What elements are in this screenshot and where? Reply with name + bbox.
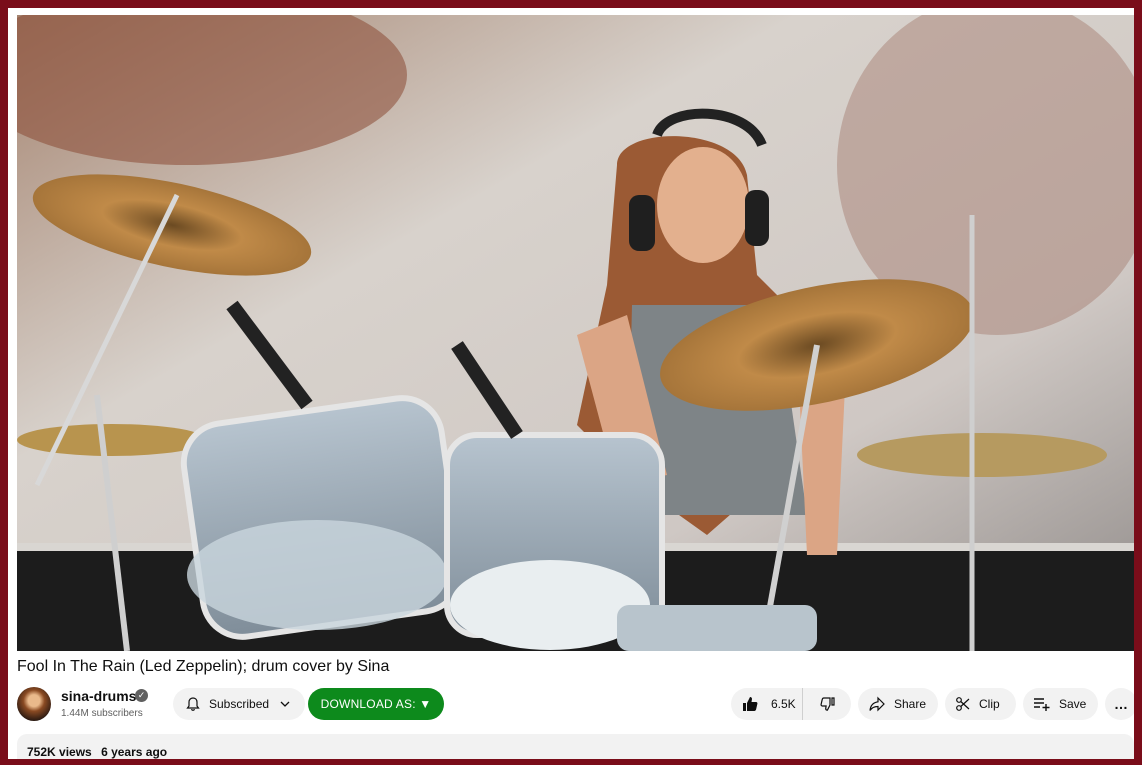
like-button[interactable]: 6.5K (731, 688, 803, 720)
scissors-icon (955, 696, 971, 712)
share-arrow-icon (868, 696, 886, 712)
save-label: Save (1059, 697, 1087, 711)
share-label: Share (894, 697, 927, 711)
save-button[interactable]: Save (1023, 688, 1098, 720)
description-box[interactable]: 752K views 6 years ago (17, 734, 1134, 759)
subscribed-button[interactable]: Subscribed (173, 688, 305, 720)
thumbs-down-icon (819, 696, 835, 712)
like-dislike-group: 6.5K (731, 688, 851, 720)
subscribed-label: Subscribed (209, 697, 270, 711)
clip-label: Clip (979, 697, 1000, 711)
playlist-add-icon (1033, 696, 1051, 712)
video-title: Fool In The Rain (Led Zeppelin); drum co… (17, 658, 390, 675)
video-frame-image (17, 15, 1134, 651)
thumbs-up-icon (741, 695, 759, 713)
view-count: 752K views (27, 745, 92, 759)
clip-button[interactable]: Clip (945, 688, 1016, 720)
like-count: 6.5K (771, 697, 796, 711)
channel-name[interactable]: sina-drums (61, 688, 136, 704)
dislike-button[interactable] (803, 688, 851, 720)
video-player[interactable] (17, 15, 1134, 651)
share-button[interactable]: Share (858, 688, 938, 720)
download-as-button[interactable]: DOWNLOAD AS: ▼ (308, 688, 444, 720)
page-frame: Fool In The Rain (Led Zeppelin); drum co… (8, 8, 1134, 759)
video-meta: 752K views 6 years ago (27, 745, 167, 759)
more-actions-button[interactable]: … (1105, 688, 1134, 720)
channel-avatar[interactable] (17, 687, 51, 721)
bell-icon (185, 696, 201, 712)
chevron-down-icon (279, 698, 291, 710)
verified-check-icon: ✓ (135, 689, 148, 702)
upload-age: 6 years ago (101, 745, 168, 759)
subscriber-count: 1.44M subscribers (61, 708, 143, 719)
